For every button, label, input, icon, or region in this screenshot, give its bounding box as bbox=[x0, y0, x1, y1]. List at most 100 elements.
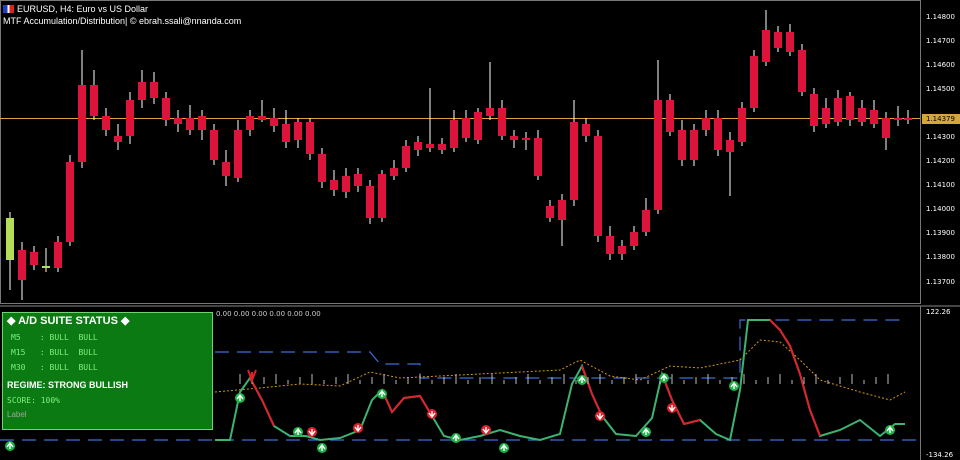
candle-body bbox=[66, 162, 74, 242]
price-tick: 1.14800 bbox=[926, 13, 955, 21]
candle-body bbox=[798, 50, 806, 92]
tf-row-m5: M5 : BULL BULL bbox=[11, 333, 98, 342]
candle-body bbox=[150, 82, 158, 98]
candle-body bbox=[450, 120, 458, 148]
candle-body bbox=[354, 174, 362, 186]
signal-line bbox=[214, 339, 906, 401]
candle-body bbox=[534, 138, 542, 176]
candle-body bbox=[486, 108, 494, 116]
candle-body bbox=[522, 138, 530, 140]
candle-body bbox=[282, 124, 290, 142]
candle-body bbox=[558, 200, 566, 220]
candle-body bbox=[114, 136, 122, 142]
candle-body bbox=[366, 186, 374, 218]
candle-body bbox=[786, 32, 794, 52]
price-tick: 1.14000 bbox=[926, 205, 955, 213]
price-tick: 1.13900 bbox=[926, 229, 955, 237]
candle-body bbox=[570, 122, 578, 200]
candle-body bbox=[714, 118, 722, 150]
candle-body bbox=[510, 136, 518, 140]
tf-row-m15: M15 : BULL BULL bbox=[11, 348, 98, 357]
score-text: SCORE: 100% bbox=[7, 396, 60, 405]
candle-body bbox=[870, 110, 878, 124]
candle-body bbox=[426, 144, 434, 148]
candle-body bbox=[90, 85, 98, 116]
label-text: Label bbox=[7, 410, 27, 419]
candle-body bbox=[54, 242, 62, 268]
price-tick: 1.14200 bbox=[926, 157, 955, 165]
candle-body bbox=[6, 218, 14, 260]
price-tick: 1.14600 bbox=[926, 61, 955, 69]
candle-body bbox=[258, 116, 266, 120]
candle-body bbox=[186, 118, 194, 130]
indicator-min-label: -134.26 bbox=[926, 451, 954, 459]
candle-body bbox=[810, 94, 818, 126]
candle-body bbox=[630, 232, 638, 246]
candle-body bbox=[246, 116, 254, 130]
candle-body bbox=[904, 118, 912, 120]
regime-text: REGIME: STRONG BULLISH bbox=[7, 380, 128, 390]
panel-title: ◆ A/D SUITE STATUS ◆ bbox=[7, 315, 130, 327]
price-pane-border bbox=[0, 0, 921, 304]
candle-body bbox=[174, 118, 182, 124]
candle-body bbox=[858, 108, 866, 122]
candle-body bbox=[738, 108, 746, 142]
upper-band bbox=[215, 319, 905, 379]
current-price-tag: 1.14379 bbox=[922, 114, 960, 124]
candle-body bbox=[222, 162, 230, 176]
candle-body bbox=[774, 32, 782, 48]
candle-body bbox=[78, 85, 86, 162]
candle-body bbox=[342, 176, 350, 192]
indicator-max-label: 122.26 bbox=[926, 308, 951, 316]
symbol-header: EURUSD, H4: Euro vs US Dollar bbox=[3, 4, 148, 15]
tf-row-m30: M30 : BULL BULL bbox=[11, 363, 98, 372]
candle-body bbox=[882, 118, 890, 138]
candle-body bbox=[30, 252, 38, 265]
candle-body bbox=[402, 146, 410, 168]
ad-line-bear-seg bbox=[381, 389, 433, 417]
candle-body bbox=[126, 100, 134, 136]
ad-status-panel: ◆ A/D SUITE STATUS ◆ M5 : BULL BULL M15 … bbox=[2, 312, 213, 430]
price-tick: 1.14500 bbox=[926, 85, 955, 93]
price-tick: 1.14300 bbox=[926, 133, 955, 141]
candle-body bbox=[198, 116, 206, 130]
symbol-title: EURUSD, H4: Euro vs US Dollar bbox=[17, 4, 149, 14]
indicator-name: MTF Accumulation/Distribution| © ebrah.s… bbox=[3, 16, 242, 26]
candle-body bbox=[594, 136, 602, 236]
candle-body bbox=[582, 124, 590, 136]
candle-body bbox=[390, 168, 398, 176]
candle-body bbox=[894, 118, 902, 120]
candle-body bbox=[690, 130, 698, 160]
candle-body bbox=[642, 210, 650, 232]
candle-body bbox=[42, 266, 50, 268]
candle-body bbox=[378, 174, 386, 218]
candle-body bbox=[210, 130, 218, 160]
candle-body bbox=[294, 122, 302, 140]
candle-body bbox=[678, 130, 686, 160]
candle-body bbox=[606, 236, 614, 254]
candle-body bbox=[414, 142, 422, 150]
ad-line-bear-seg bbox=[581, 365, 603, 417]
indicator-values: 0.00 0.00 0.00 0.00 0.00 0.00 bbox=[216, 310, 321, 318]
candle-body bbox=[846, 96, 854, 120]
candle-body bbox=[234, 130, 242, 178]
price-tick: 1.13800 bbox=[926, 253, 955, 261]
candle-body bbox=[474, 112, 482, 140]
candle-body bbox=[18, 250, 26, 280]
candle-body bbox=[762, 30, 770, 62]
candle-body bbox=[702, 118, 710, 130]
price-tick: 1.14700 bbox=[926, 37, 955, 45]
ad-line-bear-seg bbox=[661, 373, 701, 426]
eurusd-flag-icon bbox=[3, 5, 14, 13]
candle-body bbox=[462, 118, 470, 138]
candle-body bbox=[834, 98, 842, 122]
candle-body bbox=[618, 246, 626, 254]
ad-line-bear-seg bbox=[249, 377, 275, 427]
candle-body bbox=[138, 82, 146, 100]
candle-body bbox=[546, 206, 554, 218]
candle-body bbox=[750, 56, 758, 108]
candle-body bbox=[666, 100, 674, 132]
candle-body bbox=[330, 180, 338, 190]
candle-body bbox=[306, 122, 314, 154]
candle-body bbox=[162, 98, 170, 120]
